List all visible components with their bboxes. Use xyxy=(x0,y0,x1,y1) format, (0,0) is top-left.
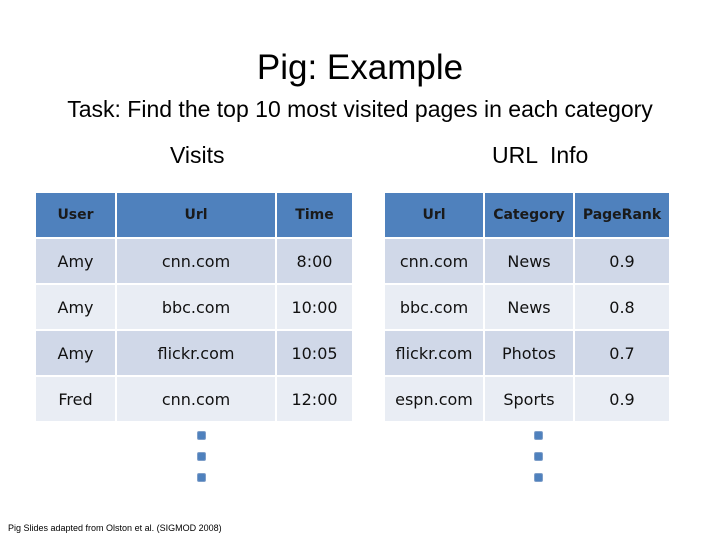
cell-time: 8:00 xyxy=(277,239,352,283)
column-header-pagerank: PageRank xyxy=(575,193,669,237)
dot-icon xyxy=(534,431,543,440)
cell-category: News xyxy=(485,285,573,329)
cell-time: 12:00 xyxy=(277,377,352,421)
cell-pagerank: 0.9 xyxy=(575,377,669,421)
url-info-table: Url Category PageRank cnn.com News 0.9 b… xyxy=(383,191,671,423)
cell-url: cnn.com xyxy=(385,239,483,283)
cell-user: Amy xyxy=(36,331,115,375)
vertical-ellipsis-icon xyxy=(197,431,206,494)
slide-title: Pig: Example xyxy=(256,48,464,87)
table-row: Amy bbc.com 10:00 xyxy=(36,285,352,329)
dot-icon xyxy=(534,473,543,482)
column-header-category: Category xyxy=(485,193,573,237)
visits-table: User Url Time Amy cnn.com 8:00 Amy bbc.c… xyxy=(34,191,354,423)
cell-category: Photos xyxy=(485,331,573,375)
cell-user: Fred xyxy=(36,377,115,421)
table-row: espn.com Sports 0.9 xyxy=(385,377,669,421)
cell-url: flickr.com xyxy=(385,331,483,375)
table-row: flickr.com Photos 0.7 xyxy=(385,331,669,375)
cell-url: bbc.com xyxy=(385,285,483,329)
column-header-url: Url xyxy=(117,193,275,237)
cell-time: 10:05 xyxy=(277,331,352,375)
column-header-url: Url xyxy=(385,193,483,237)
slide-footer: Pig Slides adapted from Olston et al. (S… xyxy=(8,523,222,533)
cell-category: News xyxy=(485,239,573,283)
cell-url: bbc.com xyxy=(117,285,275,329)
cell-user: Amy xyxy=(36,285,115,329)
table-row: Fred cnn.com 12:00 xyxy=(36,377,352,421)
table-row: bbc.com News 0.8 xyxy=(385,285,669,329)
table-row: Amy flickr.com 10:05 xyxy=(36,331,352,375)
cell-pagerank: 0.9 xyxy=(575,239,669,283)
table-row: cnn.com News 0.9 xyxy=(385,239,669,283)
visits-label: Visits xyxy=(170,142,225,168)
table-header-row: Url Category PageRank xyxy=(385,193,669,237)
cell-pagerank: 0.8 xyxy=(575,285,669,329)
cell-user: Amy xyxy=(36,239,115,283)
column-header-user: User xyxy=(36,193,115,237)
cell-url: cnn.com xyxy=(117,377,275,421)
cell-category: Sports xyxy=(485,377,573,421)
vertical-ellipsis-icon xyxy=(534,431,543,494)
url-info-label: URL Info xyxy=(492,142,589,168)
cell-url: flickr.com xyxy=(117,331,275,375)
table-row: Amy cnn.com 8:00 xyxy=(36,239,352,283)
cell-pagerank: 0.7 xyxy=(575,331,669,375)
cell-url: cnn.com xyxy=(117,239,275,283)
dot-icon xyxy=(534,452,543,461)
dot-icon xyxy=(197,431,206,440)
column-header-time: Time xyxy=(277,193,352,237)
table-header-row: User Url Time xyxy=(36,193,352,237)
slide-subtitle: Task: Find the top 10 most visited pages… xyxy=(67,96,653,122)
cell-url: espn.com xyxy=(385,377,483,421)
cell-time: 10:00 xyxy=(277,285,352,329)
dot-icon xyxy=(197,452,206,461)
dot-icon xyxy=(197,473,206,482)
